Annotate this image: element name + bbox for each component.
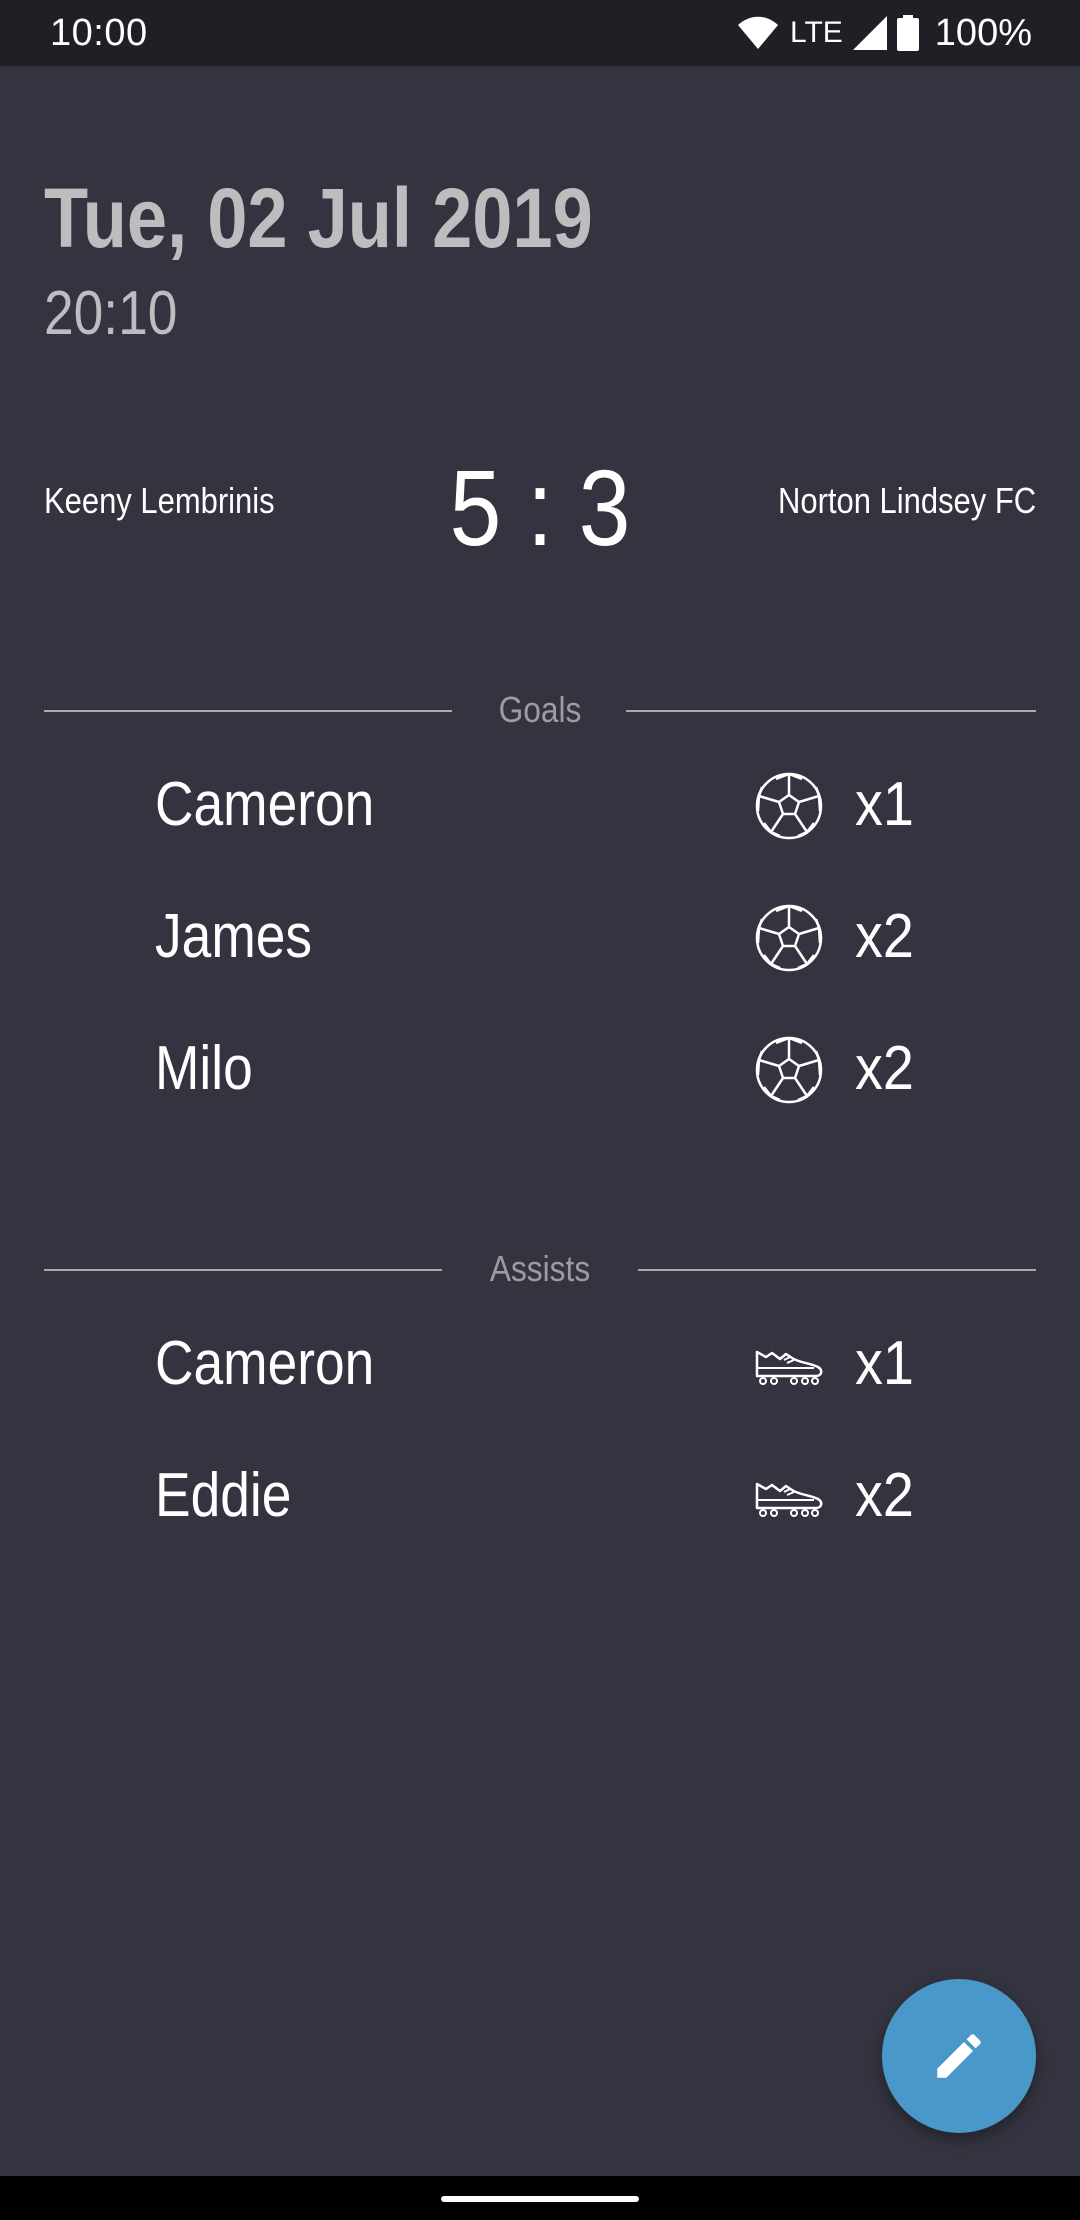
- assist-count: x2: [855, 1461, 914, 1530]
- away-team-name: Norton Lindsey FC: [777, 480, 1036, 521]
- match-detail-screen: 10:00 LTE 100% Tue, 02 Jul 2019 20:10 Ke…: [0, 0, 1080, 2220]
- soccer-ball-icon: [755, 772, 823, 840]
- divider-line: [638, 1269, 1036, 1271]
- goal-row: Milo x2: [0, 1013, 1080, 1123]
- system-navigation-bar: [0, 2176, 1080, 2220]
- goal-count: x2: [855, 1034, 914, 1103]
- status-bar: 10:00 LTE 100%: [0, 0, 1080, 66]
- cell-signal-icon: [852, 16, 887, 50]
- assist-count: x1: [855, 1329, 914, 1398]
- battery-percent: 100%: [934, 11, 1032, 54]
- football-boot-icon: [755, 1350, 823, 1385]
- goal-count: x1: [855, 770, 914, 839]
- goal-player-name: Milo: [155, 1034, 253, 1103]
- goal-row: James x2: [0, 881, 1080, 991]
- wifi-icon: [738, 16, 778, 49]
- assist-player-name: Eddie: [155, 1461, 292, 1530]
- pencil-edit-icon: [937, 2034, 981, 2078]
- assist-row: Cameron x1: [0, 1308, 1080, 1418]
- network-type: LTE: [790, 16, 843, 49]
- assists-section-header: Assists: [44, 1244, 1036, 1294]
- status-time: 10:00: [50, 12, 148, 54]
- divider-line: [626, 710, 1036, 712]
- status-icons: LTE 100%: [738, 10, 1032, 56]
- soccer-ball-icon: [755, 904, 823, 972]
- soccer-ball-icon: [755, 1036, 823, 1104]
- assist-row: Eddie x2: [0, 1440, 1080, 1550]
- goal-count: x2: [855, 902, 914, 971]
- goal-player-name: Cameron: [155, 770, 375, 839]
- home-gesture-handle[interactable]: [441, 2196, 639, 2202]
- goals-section-header: Goals: [44, 685, 1036, 735]
- goal-row: Cameron x1: [0, 749, 1080, 859]
- battery-icon: [896, 15, 919, 51]
- match-date: Tue, 02 Jul 2019: [44, 171, 593, 265]
- assist-player-name: Cameron: [155, 1329, 375, 1398]
- goal-player-name: James: [155, 902, 313, 971]
- football-boot-icon: [755, 1482, 823, 1517]
- match-time: 20:10: [44, 279, 178, 348]
- edit-match-button[interactable]: [882, 1979, 1036, 2133]
